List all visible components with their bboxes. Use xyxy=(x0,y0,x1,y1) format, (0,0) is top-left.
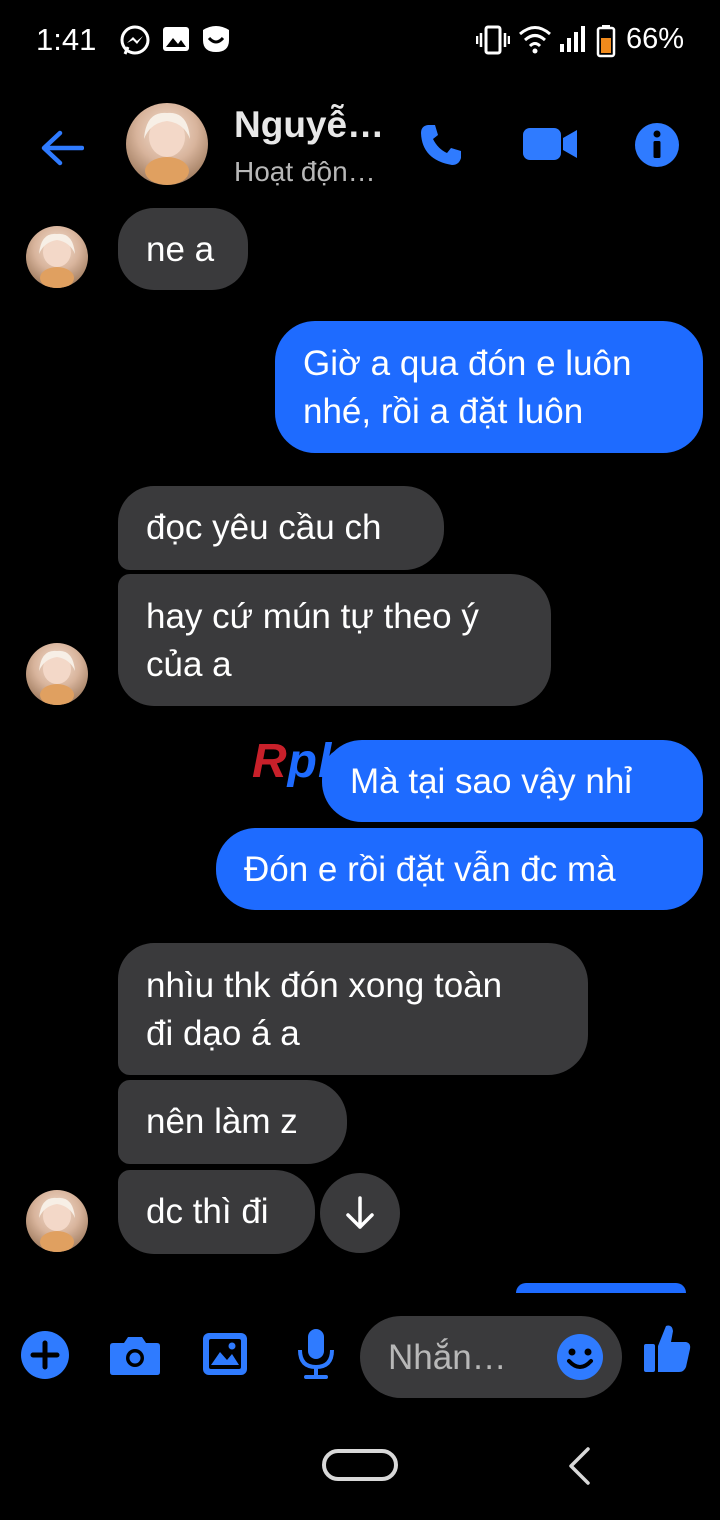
message-text: đọc yêu cầu ch xyxy=(146,508,382,547)
messenger-icon xyxy=(120,25,150,55)
phone-icon[interactable] xyxy=(418,122,464,168)
battery-icon xyxy=(596,25,616,58)
message-text: Mà tại sao vậy nhỉ xyxy=(350,762,633,801)
message-bubble-sent[interactable]: Giờ a qua đón e luôn nhé, rồi a đặt luôn xyxy=(275,321,703,453)
app-icon xyxy=(203,26,229,52)
emoji-icon[interactable] xyxy=(556,1333,604,1381)
message-text-line: nhìu thk đón xong toàn xyxy=(146,966,503,1005)
video-camera-icon[interactable] xyxy=(522,126,578,162)
back-arrow-icon[interactable] xyxy=(40,130,84,166)
home-button[interactable] xyxy=(322,1449,398,1481)
message-text: Đón e rồi đặt vẫn đc mà xyxy=(244,850,616,889)
image-icon[interactable] xyxy=(202,1332,248,1376)
message-bubble-sent-partial xyxy=(516,1283,686,1293)
status-time: 1:41 xyxy=(36,22,97,57)
message-text: dc thì đi xyxy=(146,1192,269,1231)
thumbs-up-icon[interactable] xyxy=(642,1322,692,1374)
back-nav-icon[interactable] xyxy=(566,1446,592,1486)
contact-avatar[interactable] xyxy=(126,103,208,185)
scroll-to-bottom-button[interactable] xyxy=(320,1173,400,1253)
gallery-icon xyxy=(163,27,189,51)
message-bubble-received[interactable]: nên làm z xyxy=(118,1080,347,1164)
info-icon[interactable] xyxy=(634,122,680,168)
sender-avatar xyxy=(26,226,88,288)
message-bubble-received[interactable]: hay cứ mún tự theo ý của a xyxy=(118,574,551,706)
wifi-icon xyxy=(519,26,551,54)
message-bubble-sent[interactable]: Mà tại sao vậy nhỉ xyxy=(322,740,703,822)
message-text-line: Giờ a qua đón e luôn xyxy=(303,344,632,383)
message-text: ne a xyxy=(146,230,215,269)
message-text-line: hay cứ mún tự theo ý xyxy=(146,597,479,636)
message-bubble-received[interactable]: ne a xyxy=(118,208,248,290)
status-bar: 1:41 66% xyxy=(0,0,720,84)
message-bubble-received[interactable]: dc thì đi xyxy=(118,1170,315,1254)
contact-status: Hoạt độn… xyxy=(234,156,376,187)
message-bubble-received[interactable]: đọc yêu cầu ch xyxy=(118,486,444,570)
plus-icon[interactable] xyxy=(20,1330,70,1380)
message-bubble-received[interactable]: nhìu thk đón xong toàn đi dạo á a xyxy=(118,943,588,1075)
microphone-icon[interactable] xyxy=(296,1328,336,1380)
message-text: nên làm z xyxy=(146,1102,298,1141)
battery-percent: 66% xyxy=(626,23,685,55)
arrow-down-icon xyxy=(346,1196,374,1229)
camera-icon[interactable] xyxy=(109,1334,161,1376)
message-text-line: nhé, rồi a đặt luôn xyxy=(303,392,584,431)
message-bubble-sent[interactable]: Đón e rồi đặt vẫn đc mà xyxy=(216,828,703,910)
sender-avatar xyxy=(26,1190,88,1252)
signal-icon xyxy=(560,26,585,52)
sender-avatar xyxy=(26,643,88,705)
vibrate-icon xyxy=(476,25,510,55)
contact-name[interactable]: Nguyễ… xyxy=(234,104,384,146)
message-text-line: đi dạo á a xyxy=(146,1014,300,1053)
message-text-line: của a xyxy=(146,645,232,684)
message-input-placeholder: Nhắn… xyxy=(388,1338,507,1377)
